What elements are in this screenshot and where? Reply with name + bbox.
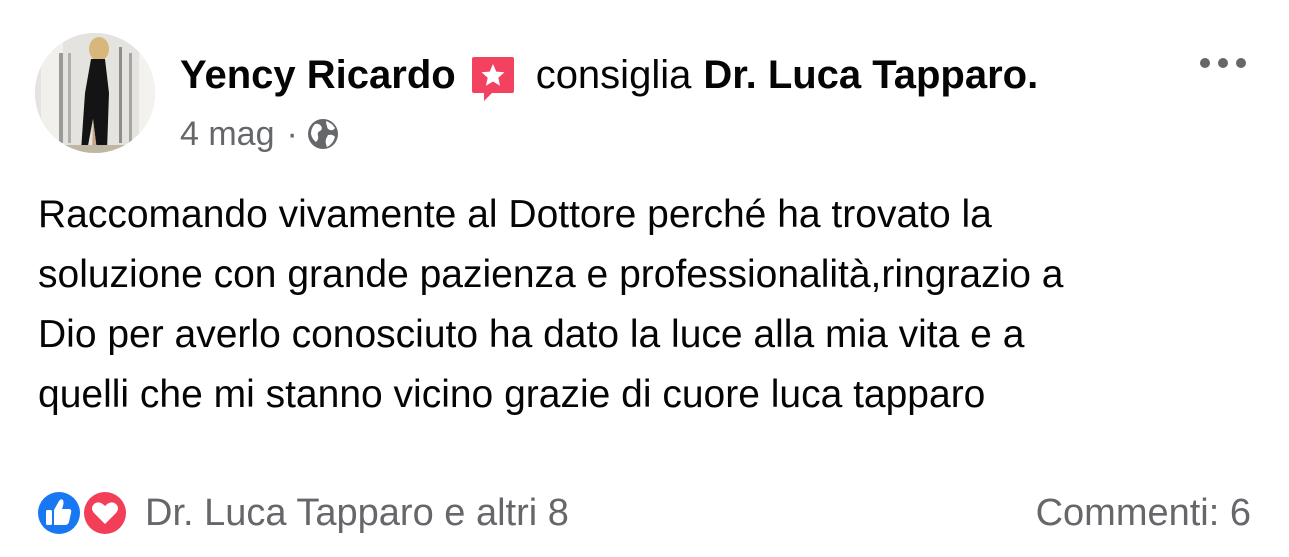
meta-separator: · — [286, 114, 298, 153]
profile-photo — [35, 33, 155, 153]
post-body-text: Raccomando vivamente al Dottore perché h… — [38, 193, 1064, 416]
recommendation-flag-icon — [470, 55, 516, 103]
comments-count-link[interactable]: Commenti: 6 — [1036, 487, 1251, 539]
reactions-summary[interactable]: Dr. Luca Tapparo e altri 8 — [35, 487, 569, 539]
author-name[interactable]: Yency Ricardo — [180, 47, 456, 103]
more-options-button[interactable] — [1195, 48, 1251, 78]
more-dots-icon — [1200, 58, 1246, 68]
like-icon — [35, 489, 83, 537]
post-timestamp[interactable]: 4 mag — [180, 115, 275, 154]
avatar[interactable] — [35, 33, 155, 153]
page-name-link[interactable]: Dr. Luca Tapparo. — [703, 47, 1038, 103]
recommendation-verb: consiglia — [535, 53, 692, 97]
post-header: Yency Ricardo consiglia Dr. Luca Tapparo… — [180, 47, 1038, 103]
reaction-icons — [35, 487, 133, 539]
globe-icon[interactable] — [306, 117, 340, 151]
love-icon — [81, 489, 129, 537]
reactions-text: Dr. Luca Tapparo e altri 8 — [145, 491, 569, 534]
post-meta: 4 mag · — [180, 112, 340, 156]
review-post: Yency Ricardo consiglia Dr. Luca Tapparo… — [0, 0, 1289, 557]
